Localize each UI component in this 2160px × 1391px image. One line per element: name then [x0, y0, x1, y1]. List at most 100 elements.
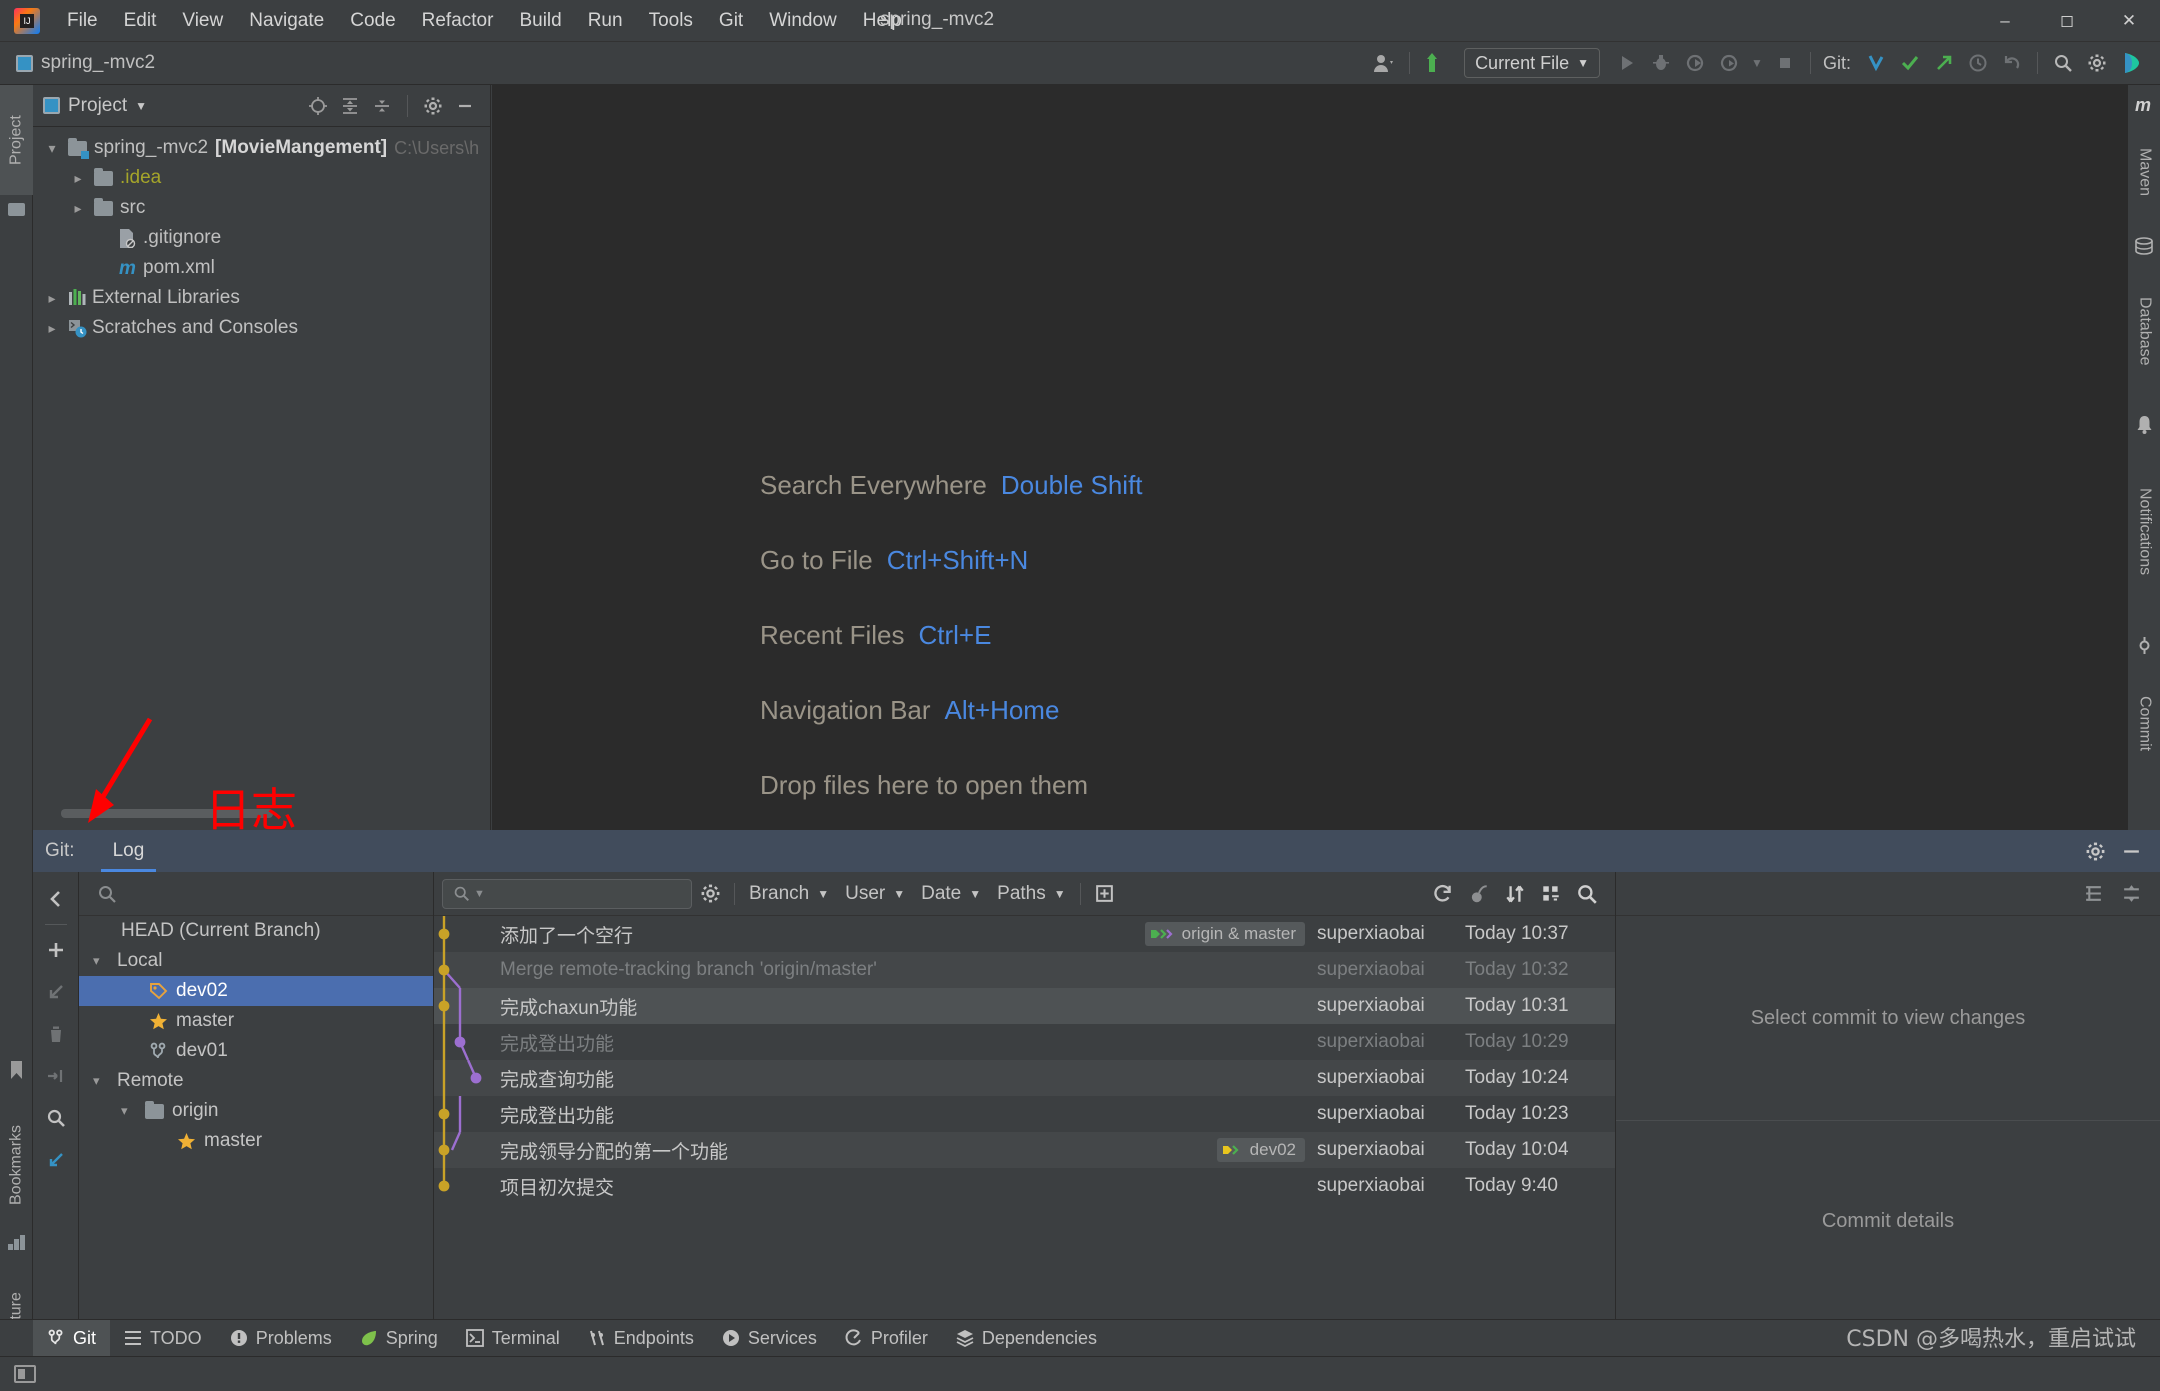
tree-node-scratches-and-consoles[interactable]: ▸ Scratches and Consoles — [33, 313, 490, 343]
expand-all-icon[interactable] — [335, 91, 365, 121]
delete-icon[interactable] — [36, 1013, 76, 1055]
updates-icon[interactable] — [1418, 47, 1452, 79]
bottom-tab-profiler[interactable]: Profiler — [831, 1320, 942, 1357]
filter-paths[interactable]: Paths ▼ — [989, 883, 1073, 905]
chevron-right-icon[interactable]: ▸ — [69, 200, 87, 217]
bottom-tab-todo[interactable]: TODO — [110, 1320, 216, 1357]
menu-build[interactable]: Build — [506, 6, 574, 36]
minimize-button[interactable]: – — [1974, 0, 2036, 42]
table-row[interactable]: 完成领导分配的第一个功能 dev02 superxiaobai Today 10… — [434, 1132, 1615, 1168]
sidebar-tab-notifications[interactable]: Notifications — [2128, 437, 2160, 627]
table-row[interactable]: 完成查询功能 superxiaobai Today 10:24 — [434, 1060, 1615, 1096]
menu-file[interactable]: File — [54, 6, 111, 36]
branch-node-dev02[interactable]: dev02 — [79, 976, 433, 1006]
branch-node-dev01[interactable]: dev01 — [79, 1036, 433, 1066]
menu-view[interactable]: View — [169, 6, 236, 36]
bottom-tab-problems[interactable]: Problems — [216, 1320, 346, 1357]
tree-node-external-libraries[interactable]: ▸ External Libraries — [33, 283, 490, 313]
git-history-icon[interactable] — [1961, 47, 1995, 79]
chevron-down-icon[interactable]: ▾ — [121, 1103, 137, 1119]
search-icon[interactable] — [1569, 878, 1605, 910]
columns-icon[interactable] — [1533, 878, 1569, 910]
bottom-tab-endpoints[interactable]: Endpoints — [574, 1320, 708, 1357]
checkout-icon[interactable] — [36, 971, 76, 1013]
search-icon[interactable] — [36, 1097, 76, 1139]
branch-node-head[interactable]: HEAD (Current Branch) — [79, 916, 433, 946]
stop-icon[interactable] — [1768, 47, 1802, 79]
tree-node-pom-xml[interactable]: m pom.xml — [33, 253, 490, 283]
branch-search-input[interactable] — [127, 883, 377, 904]
hide-icon[interactable] — [2116, 836, 2146, 866]
chevron-down-icon[interactable]: ▾ — [93, 1073, 109, 1089]
close-button[interactable]: ✕ — [2098, 0, 2160, 42]
commit-ref-badge[interactable]: dev02 — [1216, 1138, 1305, 1162]
ide-feedback-icon[interactable] — [2114, 47, 2148, 79]
project-panel-scrollbar[interactable] — [61, 809, 273, 818]
group-by-icon[interactable] — [2078, 879, 2108, 909]
table-row[interactable]: 完成登出功能 superxiaobai Today 10:23 — [434, 1096, 1615, 1132]
refresh-icon[interactable] — [1425, 878, 1461, 910]
settings-icon[interactable] — [2080, 47, 2114, 79]
chevron-down-icon[interactable]: ▼ — [474, 888, 485, 900]
chevron-down-icon[interactable]: ▾ — [93, 953, 109, 969]
commit-search-input[interactable] — [488, 883, 679, 904]
log-settings-gear-icon[interactable] — [692, 878, 728, 910]
table-row[interactable]: 完成登出功能 superxiaobai Today 10:29 — [434, 1024, 1615, 1060]
expand-diagonal-icon[interactable] — [36, 1139, 76, 1181]
user-settings-icon[interactable] — [1367, 47, 1401, 79]
branch-node-origin-master[interactable]: master — [79, 1126, 433, 1156]
gear-icon[interactable] — [2080, 836, 2110, 866]
chevron-down-icon[interactable]: ▾ — [43, 140, 61, 157]
table-row[interactable]: 项目初次提交 superxiaobai Today 9:40 — [434, 1168, 1615, 1204]
bottom-tab-git[interactable]: Git — [33, 1319, 111, 1357]
run-with-coverage-icon[interactable] — [1678, 47, 1712, 79]
filter-branch[interactable]: Branch ▼ — [741, 883, 837, 905]
git-commit-icon[interactable] — [1893, 47, 1927, 79]
add-icon[interactable] — [36, 929, 76, 971]
gear-icon[interactable] — [418, 91, 448, 121]
run-icon[interactable] — [1610, 47, 1644, 79]
collapse-left-icon[interactable] — [36, 878, 76, 920]
cherry-pick-icon[interactable] — [1461, 878, 1497, 910]
branch-group-local[interactable]: ▾ Local — [79, 946, 433, 976]
profile-icon[interactable] — [1712, 47, 1746, 79]
branch-group-remote[interactable]: ▾ Remote — [79, 1066, 433, 1096]
bottom-tab-spring[interactable]: Spring — [346, 1320, 452, 1357]
tree-node-idea[interactable]: ▸ .idea — [33, 163, 490, 193]
bottom-tab-terminal[interactable]: Terminal — [452, 1320, 574, 1357]
tree-node-gitignore[interactable]: .gitignore — [33, 223, 490, 253]
chevron-right-icon[interactable]: ▸ — [43, 320, 61, 337]
sort-icon[interactable] — [1497, 878, 1533, 910]
filter-user[interactable]: User ▼ — [837, 883, 913, 905]
table-row[interactable]: 完成chaxun功能 superxiaobai Today 10:31 — [434, 988, 1615, 1024]
maximize-button[interactable]: ◻ — [2036, 0, 2098, 42]
expand-icon[interactable] — [2116, 879, 2146, 909]
search-icon[interactable] — [2046, 47, 2080, 79]
run-configuration-selector[interactable]: Current File ▼ — [1464, 48, 1600, 78]
tree-node-src[interactable]: ▸ src — [33, 193, 490, 223]
commit-ref-badge[interactable]: origin & master — [1144, 922, 1305, 946]
sidebar-tab-database[interactable]: Database — [2128, 259, 2160, 404]
project-panel-title[interactable]: Project ▼ — [43, 95, 147, 117]
menu-edit[interactable]: Edit — [111, 6, 170, 36]
debug-icon[interactable] — [1644, 47, 1678, 79]
menu-refactor[interactable]: Refactor — [409, 6, 507, 36]
table-row[interactable]: 添加了一个空行 origin & master superxiaobai Tod… — [434, 916, 1615, 952]
sidebar-tab-bookmarks[interactable]: Bookmarks — [0, 1085, 33, 1245]
menu-run[interactable]: Run — [575, 6, 636, 36]
chevron-down-icon[interactable]: ▼ — [1746, 47, 1768, 79]
menu-window[interactable]: Window — [756, 6, 850, 36]
branch-node-master-local[interactable]: master — [79, 1006, 433, 1036]
menu-code[interactable]: Code — [337, 6, 408, 36]
git-push-icon[interactable] — [1927, 47, 1961, 79]
git-update-project-icon[interactable] — [1859, 47, 1893, 79]
menu-navigate[interactable]: Navigate — [236, 6, 337, 36]
chevron-right-icon[interactable]: ▸ — [43, 290, 61, 307]
git-tab-log[interactable]: Log — [100, 830, 157, 872]
bottom-tab-services[interactable]: Services — [708, 1320, 831, 1357]
layout-toggle-icon[interactable] — [14, 1365, 36, 1383]
sidebar-tab-project[interactable]: Project — [0, 85, 33, 195]
locate-icon[interactable] — [303, 91, 333, 121]
hide-icon[interactable] — [450, 91, 480, 121]
commit-search-field[interactable]: ▼ — [442, 878, 692, 909]
